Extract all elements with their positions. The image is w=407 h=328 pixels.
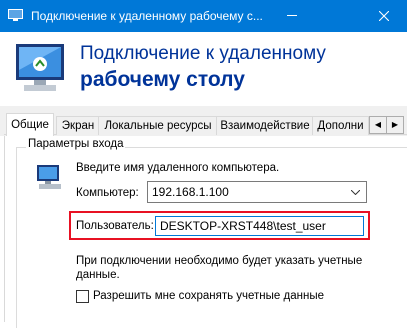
- group-legend: Параметры входа: [26, 138, 126, 150]
- save-credentials-label[interactable]: Разрешить мне сохранять учетные данные: [93, 290, 324, 302]
- tab-general[interactable]: Общие: [6, 113, 54, 136]
- minimize-icon: [287, 15, 297, 16]
- header-title-line2: рабочему столу: [80, 68, 245, 91]
- computer-label: Компьютер:: [76, 187, 139, 199]
- remote-desktop-icon: [8, 9, 23, 21]
- close-button[interactable]: [361, 0, 407, 32]
- title-bar[interactable]: Подключение к удаленному рабочему с...: [0, 0, 407, 32]
- save-credentials-checkbox[interactable]: [76, 290, 89, 303]
- computer-combo[interactable]: 192.168.1.100: [147, 181, 367, 203]
- tab-display[interactable]: Экран: [56, 116, 100, 135]
- username-value: DESKTOP-XRST448\test_user: [160, 219, 326, 233]
- minimize-button[interactable]: [269, 0, 315, 32]
- tab-bar: Общие Экран Локальные ресурсы Взаимодейс…: [0, 106, 407, 136]
- remote-desktop-connection-icon: [16, 44, 64, 91]
- header-banner: Подключение к удаленному рабочему столу: [0, 32, 407, 106]
- computer-value: 192.168.1.100: [152, 185, 229, 199]
- close-icon: [379, 11, 389, 21]
- credentials-note: При подключении необходимо будет указать…: [76, 255, 363, 281]
- window-title: Подключение к удаленному рабочему с...: [31, 9, 263, 23]
- tab-experience[interactable]: Взаимодействие: [216, 116, 314, 135]
- computer-icon: [37, 165, 61, 189]
- username-field[interactable]: DESKTOP-XRST448\test_user: [155, 216, 364, 236]
- intro-text: Введите имя удаленного компьютера.: [76, 162, 280, 174]
- header-title-line1: Подключение к удаленному: [80, 43, 326, 64]
- tab-advanced[interactable]: Дополни: [312, 116, 369, 135]
- user-label: Пользователь:: [76, 220, 154, 232]
- scroll-right-icon[interactable]: ▶: [386, 116, 404, 134]
- chevron-down-icon: [351, 190, 360, 195]
- tab-local-resources[interactable]: Локальные ресурсы: [98, 116, 218, 135]
- scroll-left-icon[interactable]: ◀: [369, 116, 387, 134]
